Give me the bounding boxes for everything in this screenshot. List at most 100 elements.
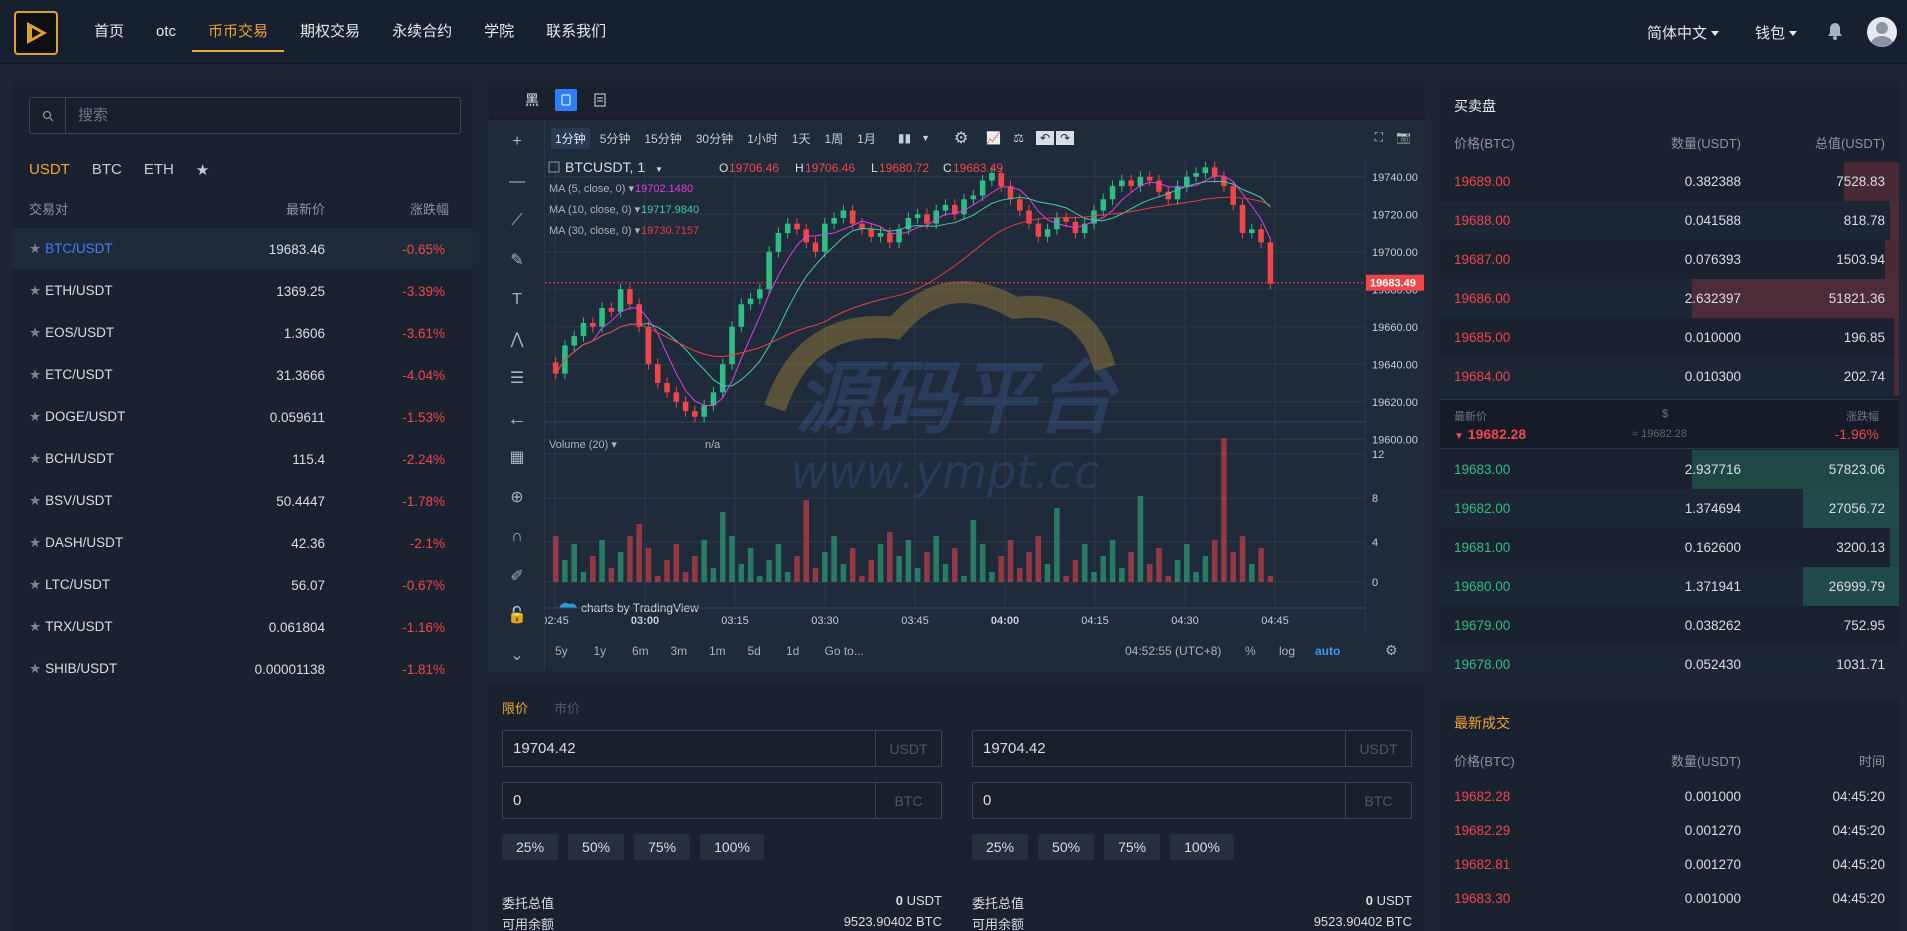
crosshair-icon[interactable]: +: [505, 130, 529, 154]
sell-price-field-input[interactable]: [973, 731, 1345, 766]
market-row[interactable]: ★ ETC/USDT 31.3666 -4.04%: [13, 354, 473, 396]
trend-line-icon[interactable]: ⟋: [505, 209, 529, 233]
market-tab-2[interactable]: ETH: [144, 161, 174, 179]
star-icon[interactable]: ★: [29, 493, 41, 508]
wallet-menu[interactable]: 钱包: [1755, 22, 1797, 43]
collapse-icon[interactable]: [548, 161, 560, 173]
document-icon[interactable]: [589, 89, 611, 111]
chevron-down-icon[interactable]: ▼: [921, 133, 930, 143]
bid-row[interactable]: 19678.00 0.052430 1031.71: [1440, 645, 1899, 684]
indicators-icon[interactable]: 📈: [986, 131, 1001, 145]
market-row[interactable]: ★ TRX/USDT 0.061804 -1.16%: [13, 606, 473, 648]
bid-row[interactable]: 19679.00 0.038262 752.95: [1440, 606, 1899, 645]
star-icon[interactable]: ★: [29, 367, 41, 382]
zoom-in-icon[interactable]: ⊕: [505, 486, 529, 510]
camera-icon[interactable]: 📷: [1396, 130, 1411, 144]
star-icon[interactable]: ★: [29, 535, 41, 550]
search-input[interactable]: [66, 107, 460, 124]
ask-row[interactable]: 19687.00 0.076393 1503.94: [1440, 240, 1899, 279]
interval-3[interactable]: 30分钟: [692, 128, 737, 149]
nav-item-2[interactable]: 币币交易: [192, 0, 285, 54]
sell-pct-1[interactable]: 50%: [1038, 834, 1095, 860]
market-search[interactable]: [29, 97, 461, 134]
price-axis[interactable]: 19740.0019720.0019700.0019680.0019660.00…: [1365, 158, 1425, 632]
bid-row[interactable]: 19681.00 0.162600 3200.13: [1440, 528, 1899, 567]
interval-6[interactable]: 1周: [820, 128, 847, 149]
buy-pct-1[interactable]: 50%: [568, 834, 625, 860]
mobile-view-icon[interactable]: [555, 88, 577, 111]
interval-2[interactable]: 15分钟: [640, 128, 685, 149]
market-tab-0[interactable]: USDT: [29, 161, 70, 179]
market-row[interactable]: ★ DOGE/USDT 0.059611 -1.53%: [13, 396, 473, 438]
ask-row[interactable]: 19689.00 0.382388 7528.83: [1440, 162, 1899, 201]
bell-icon[interactable]: [1827, 22, 1843, 43]
undo-icon[interactable]: ↶: [1036, 131, 1055, 145]
buy-price-field-input[interactable]: [503, 731, 875, 766]
price-plot[interactable]: 源码平台www.ympt.ccBTCUSDT, 1 ▼ O 19706.46 H 1970…: [545, 158, 1365, 632]
star-icon[interactable]: ★: [29, 283, 41, 298]
user-avatar[interactable]: [1867, 17, 1897, 47]
sell-pct-3[interactable]: 100%: [1170, 834, 1234, 860]
range-7[interactable]: Go to...: [825, 644, 864, 658]
ask-row[interactable]: 19685.00 0.010000 196.85: [1440, 318, 1899, 357]
chevron-down-icon[interactable]: ⌄: [505, 644, 529, 668]
interval-4[interactable]: 1小时: [743, 128, 782, 149]
range-0[interactable]: 5y: [555, 644, 568, 658]
market-row[interactable]: ★ EOS/USDT 1.3606 -3.61%: [13, 312, 473, 354]
market-row[interactable]: ★ LTC/USDT 56.07 -0.67%: [13, 564, 473, 606]
candle-type-icon[interactable]: ▮▮: [898, 131, 911, 145]
brush-icon[interactable]: ✎: [505, 249, 529, 273]
buy-amount-field-input[interactable]: [503, 783, 875, 818]
fullscreen-icon[interactable]: ⛶: [1375, 130, 1383, 145]
scale-log[interactable]: log: [1279, 644, 1295, 658]
star-icon[interactable]: ★: [29, 241, 41, 256]
ask-row[interactable]: 19686.00 2.632397 51821.36: [1440, 279, 1899, 318]
interval-1[interactable]: 5分钟: [596, 128, 635, 149]
nav-item-5[interactable]: 学院: [468, 0, 530, 54]
range-5[interactable]: 5d: [748, 644, 761, 658]
scale-auto[interactable]: auto: [1315, 644, 1340, 658]
market-tab-3[interactable]: ★: [196, 161, 209, 179]
range-4[interactable]: 1m: [709, 644, 726, 658]
market-row[interactable]: ★ ETH/USDT 1369.25 -3.39%: [13, 270, 473, 312]
line-tool-icon[interactable]: —: [505, 170, 529, 194]
sell-pct-0[interactable]: 25%: [972, 834, 1029, 860]
range-2[interactable]: 6m: [632, 644, 649, 658]
buy-pct-3[interactable]: 100%: [700, 834, 764, 860]
site-logo[interactable]: [14, 11, 58, 55]
range-3[interactable]: 3m: [671, 644, 688, 658]
star-icon[interactable]: ★: [29, 325, 41, 340]
text-tool-icon[interactable]: T: [505, 288, 529, 312]
scale-%[interactable]: %: [1245, 644, 1256, 658]
bid-row[interactable]: 19680.00 1.371941 26999.79: [1440, 567, 1899, 606]
buy-pct-2[interactable]: 75%: [634, 834, 691, 860]
pattern-icon[interactable]: ⋀: [505, 328, 529, 352]
theme-toggle[interactable]: 黑: [521, 89, 543, 111]
nav-item-0[interactable]: 首页: [78, 0, 140, 54]
market-row[interactable]: ★ BSV/USDT 50.4447 -1.78%: [13, 480, 473, 522]
star-icon[interactable]: ★: [29, 577, 41, 592]
settings-icon[interactable]: ⚙: [954, 128, 968, 148]
market-tab-1[interactable]: BTC: [92, 161, 122, 179]
nav-item-6[interactable]: 联系我们: [530, 0, 622, 54]
market-row[interactable]: ★ SHIB/USDT 0.00001138 -1.81%: [13, 648, 473, 690]
interval-5[interactable]: 1天: [788, 128, 815, 149]
sell-pct-2[interactable]: 75%: [1104, 834, 1161, 860]
market-row[interactable]: ★ BCH/USDT 115.4 -2.24%: [13, 438, 473, 480]
redo-icon[interactable]: ↷: [1056, 131, 1075, 145]
bid-row[interactable]: 19683.00 2.937716 57823.06: [1440, 450, 1899, 489]
market-row[interactable]: ★ BTC/USDT 19683.46 -0.65%: [13, 228, 473, 270]
star-icon[interactable]: ★: [29, 451, 41, 466]
compare-icon[interactable]: ⚖: [1013, 131, 1024, 145]
language-select[interactable]: 简体中文: [1647, 22, 1719, 43]
sell-amount-field-input[interactable]: [973, 783, 1345, 818]
measure-icon[interactable]: ☰: [505, 367, 529, 391]
interval-0[interactable]: 1分钟: [551, 127, 590, 149]
market-row[interactable]: ★ DASH/USDT 42.36 -2.1%: [13, 522, 473, 564]
range-1[interactable]: 1y: [594, 644, 607, 658]
ruler-icon[interactable]: ▦: [505, 446, 529, 470]
star-icon[interactable]: ★: [29, 619, 41, 634]
ask-row[interactable]: 19688.00 0.041588 818.78: [1440, 201, 1899, 240]
pencil-lock-icon[interactable]: ✐: [505, 565, 529, 589]
buy-amount-field[interactable]: BTC: [502, 782, 942, 819]
